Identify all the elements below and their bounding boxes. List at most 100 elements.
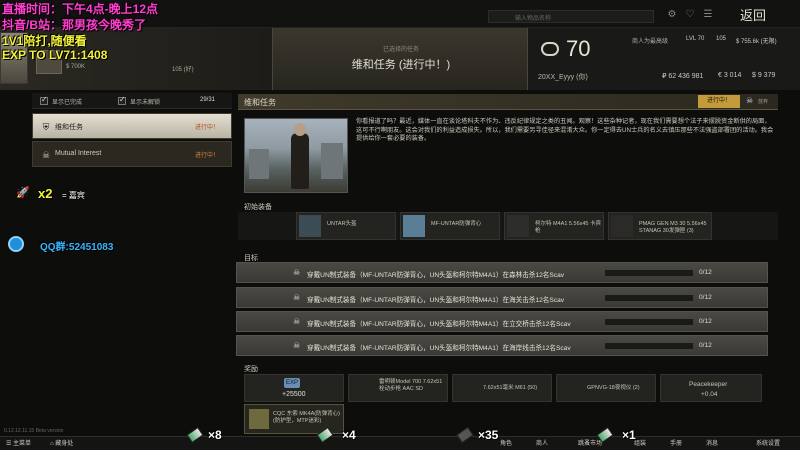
skull-icon: ☠ <box>41 150 51 160</box>
reward-item[interactable]: 7.62x51毫米 M61 (50) <box>452 374 552 402</box>
abandon-button[interactable]: 放弃 <box>758 98 768 105</box>
reward-item-label: GPNVG-18夜视仪 (2) <box>587 385 640 391</box>
hideout-button[interactable]: ⌂ 藏身处 <box>50 438 73 447</box>
traders-button[interactable]: 商人 <box>536 438 548 447</box>
quest-list-item[interactable]: ☠ Mutual Interest 进行中！ <box>32 141 232 167</box>
objective-progress <box>605 343 693 349</box>
start-item-label: 柯尔特 M4A1 5.56x45 卡宾枪 <box>535 221 602 234</box>
qq-icon <box>8 236 24 252</box>
hideout-label: 藏身处 <box>55 441 74 447</box>
skull-icon: ☠ <box>293 341 301 350</box>
start-item[interactable]: MF-UNTAR防弹背心 <box>400 212 500 240</box>
start-item[interactable]: PMAG GEN M3 30 5.56x45 STANAG 30发弹匣 (3) <box>608 212 712 240</box>
handbook-button[interactable]: 手册 <box>670 438 682 447</box>
objective-row: ☠ 穿戴UN制式装备（MF-UNTAR防弹背心，UN头盔和柯尔特M4A1）在海岸… <box>236 335 768 356</box>
character-label: 角色 <box>500 441 513 447</box>
heart-icon[interactable]: ♡ <box>684 9 696 21</box>
show-locked-checkbox[interactable] <box>118 95 126 105</box>
quest-shield-icon: ⛨ <box>42 122 50 132</box>
soldier-figure <box>291 133 309 189</box>
build-version: 0.12.12.11.15 Beta version <box>4 428 64 434</box>
main-menu-label: 主菜单 <box>13 441 32 447</box>
player-money: $ 700K <box>66 64 86 70</box>
objective-value: 0/12 <box>699 318 712 325</box>
start-equipment-label: 初始装备 <box>244 204 272 211</box>
quest-count-value: 29/31 <box>200 97 216 103</box>
reward-item[interactable]: GPNVG-18夜视仪 (2) <box>556 374 656 402</box>
show-completed-label: 显示已完成 <box>52 100 83 106</box>
overlay-exp: EXP TO LV71:1408 <box>2 48 108 62</box>
skull-icon: ☠ <box>293 268 301 277</box>
start-item-label: PMAG GEN M3 30 5.56x45 STANAG 30发弹匣 (3) <box>639 221 707 234</box>
messages-button[interactable]: 消息 <box>706 438 718 447</box>
reward-exp-badge: EXP <box>284 378 300 388</box>
rocket-icon: 🚀 <box>16 187 30 199</box>
trader-level: 70 <box>566 36 591 61</box>
objective-text: 穿戴UN制式装备（MF-UNTAR防弹背心，UN头盔和柯尔特M4A1）在海岸线击… <box>307 345 571 352</box>
objective-text: 穿戴UN制式装备（MF-UNTAR防弹背心，UN头盔和柯尔特M4A1）在立交桥击… <box>307 321 571 328</box>
overlay-item-count: ×35 <box>478 428 499 442</box>
quest-list-status: 进行中！ <box>194 125 219 131</box>
helmet-icon <box>299 215 321 237</box>
money-usd: $ 9 379 <box>752 72 776 79</box>
show-locked-label: 显示未解锁 <box>130 100 161 106</box>
objective-text: 穿戴UN制式装备（MF-UNTAR防弹背心，UN头盔和柯尔特M4A1）在海关击杀… <box>307 297 565 304</box>
settings-icon[interactable]: ⚙ <box>666 9 678 21</box>
quest-description: 你看报道了吗？最近，媒体一直在谈论塔科夫不作为、违反纪律规定之类的丑闻。观察！这… <box>356 118 774 143</box>
money-rub: ₽ 62 436 981 <box>662 73 704 80</box>
quest-list-status: 进行中！ <box>194 153 219 159</box>
search-input[interactable]: 输入物品名称 <box>488 10 654 23</box>
quest-detail-header: 维和任务 进行中！ ☠ 放弃 <box>238 94 778 110</box>
quest-list-item[interactable]: ⛨ 维和任务 进行中！ <box>32 113 232 139</box>
player-level-ratio: 105 (好) <box>172 67 194 73</box>
start-item-label: MF-UNTAR防弹背心 <box>431 221 482 227</box>
trader-rank-label: 商人为最高级 <box>632 39 669 45</box>
objective-value: 0/12 <box>699 342 712 349</box>
show-completed-checkbox[interactable] <box>40 95 48 105</box>
money-eur: € 3 014 <box>718 72 742 79</box>
objective-row: ☠ 穿戴UN制式装备（MF-UNTAR防弹背心，UN头盔和柯尔特M4A1）在海关… <box>236 287 768 308</box>
trader-credit: $ 755.6k (无限) <box>736 39 777 45</box>
rifle-icon <box>507 215 529 237</box>
building <box>249 149 269 179</box>
reward-item[interactable]: 雷明顿Model 700 7.62x51 栓动步枪 AAC SD <box>348 374 448 402</box>
overlay-qq: QQ群:52451083 <box>40 242 114 253</box>
soldier-head <box>294 123 306 136</box>
skull-icon: ☠ <box>293 317 301 326</box>
quest-image <box>244 118 348 193</box>
start-item-label: UNTAR头盔 <box>327 221 357 227</box>
overlay-item-count: ×1 <box>622 428 636 442</box>
objective-text: 穿戴UN制式装备（MF-UNTAR防弹背心，UN头盔和柯尔特M4A1）在森林击杀… <box>307 272 565 279</box>
building <box>321 143 343 179</box>
magazine-icon <box>611 215 633 237</box>
objective-value: 0/12 <box>699 269 712 276</box>
character-button[interactable]: 角色 <box>500 438 512 447</box>
rewards-label: 奖励 <box>244 366 258 373</box>
settings-label: 系统设置 <box>756 441 781 447</box>
settings-button[interactable]: 系统设置 <box>756 438 780 447</box>
skull-icon: ☠ <box>746 96 754 105</box>
flea-market-button[interactable]: 跳蚤市场 <box>578 438 602 447</box>
overlay-platform: 抖音/B站：那男孩今晚秀了 <box>2 18 147 32</box>
quest-status-badge: 进行中！ <box>698 95 740 108</box>
quest-list-title: 维和任务 <box>55 124 83 131</box>
quest-list-title: Mutual Interest <box>55 150 102 157</box>
overlay-service: 1V1陪打,随便看 <box>2 34 87 48</box>
skull-icon: ☠ <box>293 293 301 302</box>
messages-label: 消息 <box>706 441 719 447</box>
reward-rep-trader: Peacekeeper <box>689 381 728 388</box>
reward-rep-value: +0.04 <box>701 391 718 398</box>
trader-eye-icon <box>541 42 559 56</box>
trader-lvl: LVL 70 <box>686 36 705 42</box>
list-icon[interactable]: ☰ <box>702 9 714 21</box>
main-menu-button[interactable]: ☰ 主菜单 <box>6 438 31 447</box>
start-item[interactable]: UNTAR头盔 <box>296 212 396 240</box>
reward-item-label: CQC 东索 MK4A(防弹背心) (防护型，MTP迷彩) <box>273 411 340 424</box>
overlay-gift-eq: = 嘉宾 <box>62 191 85 200</box>
trader-rep: 105 <box>716 36 727 42</box>
selected-quest-header: 已选择的任务 维和任务 (进行中！) <box>272 28 528 90</box>
back-button[interactable]: 返回 <box>740 5 766 24</box>
overlay-gift-mult: x2 <box>38 186 53 201</box>
start-item[interactable]: 柯尔特 M4A1 5.56x45 卡宾枪 <box>504 212 604 240</box>
reward-item-label: 7.62x51毫米 M61 (50) <box>483 385 538 391</box>
